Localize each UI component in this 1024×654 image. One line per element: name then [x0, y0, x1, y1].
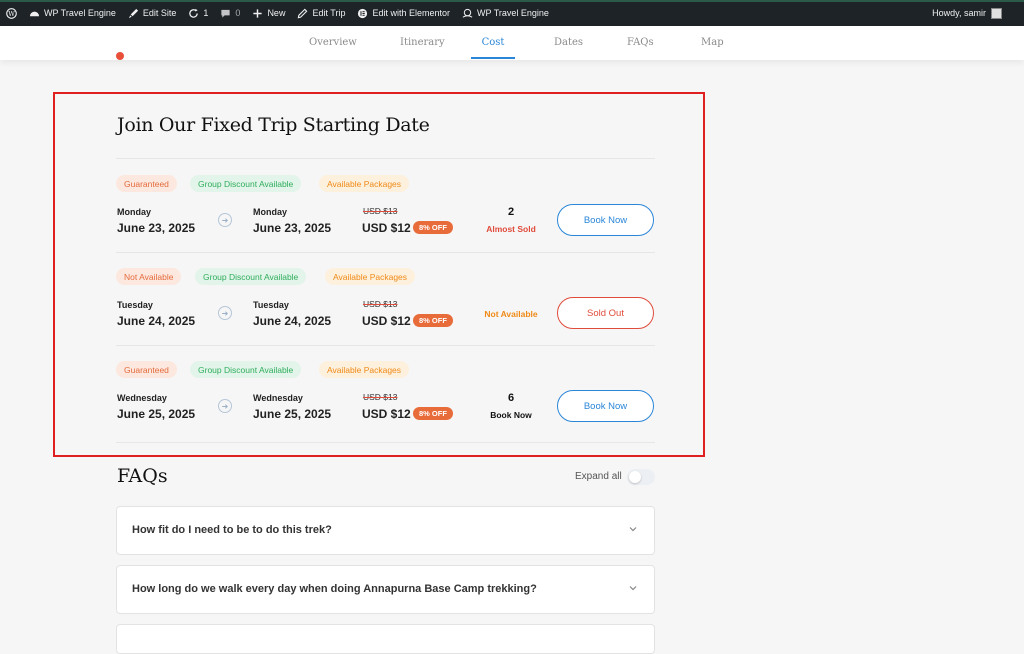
toggle-knob — [629, 471, 641, 483]
updates-count: 1 — [203, 8, 209, 18]
end-day: Wednesday — [253, 393, 303, 403]
brush-icon — [128, 8, 138, 18]
status-badge: Not Available — [116, 268, 182, 285]
wp-travel-engine-menu[interactable]: WP Travel Engine — [456, 0, 555, 26]
elementor-icon — [358, 8, 368, 18]
dashboard-icon — [29, 11, 40, 16]
tab-map[interactable]: Map — [690, 26, 735, 59]
divider — [116, 345, 655, 346]
edit-trip-link[interactable]: Edit Trip — [291, 0, 351, 26]
faq-item[interactable]: How long do we walk every day when doing… — [116, 565, 655, 614]
old-price: USD $13 — [363, 299, 398, 309]
price: USD $12 — [362, 314, 411, 328]
account-menu[interactable]: Howdy, samir — [932, 0, 1002, 26]
discount-badge: 8% OFF — [413, 221, 453, 234]
wordpress-logo-menu[interactable]: W — [0, 0, 23, 26]
tab-dates[interactable]: Dates — [543, 26, 594, 59]
plus-icon — [253, 8, 263, 18]
sold-out-button[interactable]: Sold Out — [557, 297, 654, 329]
start-day: Tuesday — [117, 300, 153, 310]
faqs-title: FAQs — [117, 465, 168, 487]
refresh-icon — [189, 8, 199, 18]
availability-status: Almost Sold — [486, 224, 536, 234]
seats-left: 2 — [507, 206, 515, 218]
old-price: USD $13 — [363, 206, 398, 216]
end-date: June 25, 2025 — [253, 407, 332, 421]
new-content-menu[interactable]: New — [246, 0, 291, 26]
svg-text:W: W — [8, 9, 15, 17]
old-price: USD $13 — [363, 392, 398, 402]
seats-left: 6 — [507, 392, 515, 404]
status-badge: Guaranteed — [116, 361, 177, 378]
expand-all-label: Expand all — [575, 471, 622, 482]
site-name-menu[interactable]: WP Travel Engine — [23, 0, 122, 26]
end-day: Monday — [253, 207, 288, 217]
elementor-link[interactable]: Edit with Elementor — [351, 0, 456, 26]
pencil-icon — [298, 8, 308, 18]
arrow-right-icon: ➜ — [218, 306, 232, 320]
start-day: Wednesday — [117, 393, 167, 403]
comment-icon — [221, 9, 231, 18]
price: USD $12 — [362, 407, 411, 421]
divider — [116, 442, 655, 443]
tab-faqs[interactable]: FAQs — [616, 26, 665, 59]
chevron-down-icon — [629, 527, 637, 532]
group-discount-badge: Group Discount Available — [190, 175, 302, 192]
packages-badge: Available Packages — [325, 268, 416, 285]
status-badge: Guaranteed — [116, 175, 177, 192]
dates-section-title: Join Our Fixed Trip Starting Date — [117, 114, 430, 136]
edit-site-link[interactable]: Edit Site — [122, 0, 183, 26]
travel-engine-label: WP Travel Engine — [477, 8, 549, 18]
wordpress-icon: W — [6, 7, 17, 19]
tab-cost[interactable]: Cost — [471, 26, 515, 59]
discount-badge: 8% OFF — [413, 407, 453, 420]
end-date: June 23, 2025 — [253, 221, 332, 235]
travel-engine-icon — [462, 8, 473, 18]
faq-question: How long do we walk every day when doing… — [132, 583, 537, 595]
start-date: June 24, 2025 — [117, 314, 196, 328]
updates-link[interactable]: 1 — [182, 0, 214, 26]
group-discount-badge: Group Discount Available — [195, 268, 307, 285]
site-name-label: WP Travel Engine — [44, 8, 116, 18]
edit-site-label: Edit Site — [142, 8, 177, 18]
clipped-content-edge — [116, 52, 456, 60]
end-day: Tuesday — [253, 300, 289, 310]
avatar — [991, 7, 1002, 19]
arrow-right-icon: ➜ — [218, 213, 232, 227]
start-date: June 25, 2025 — [117, 407, 196, 421]
start-day: Monday — [117, 207, 152, 217]
howdy-label: Howdy, samir — [932, 8, 986, 18]
start-date: June 23, 2025 — [117, 221, 196, 235]
new-label: New — [267, 8, 286, 18]
comments-count: 0 — [235, 8, 241, 18]
availability-status: Book Now — [490, 410, 532, 420]
divider — [116, 252, 655, 253]
wp-admin-bar: W WP Travel Engine Edit Site 1 0 New Edi… — [0, 0, 1024, 26]
price: USD $12 — [362, 221, 411, 235]
group-discount-badge: Group Discount Available — [190, 361, 302, 378]
expand-all-toggle[interactable] — [627, 469, 655, 485]
chevron-down-icon — [629, 586, 637, 591]
availability-status: Not Available — [484, 309, 538, 319]
faq-item[interactable] — [116, 624, 655, 654]
bullet-icon — [116, 52, 124, 60]
elementor-label: Edit with Elementor — [372, 8, 451, 18]
comments-link[interactable]: 0 — [214, 0, 246, 26]
book-now-button[interactable]: Book Now — [557, 390, 654, 422]
admin-bar-accent-line — [0, 0, 1024, 2]
book-now-button[interactable]: Book Now — [557, 204, 654, 236]
faq-item[interactable]: How fit do I need to be to do this trek? — [116, 506, 655, 555]
divider — [116, 158, 655, 159]
packages-badge: Available Packages — [319, 175, 410, 192]
faq-question: How fit do I need to be to do this trek? — [132, 524, 332, 536]
packages-badge: Available Packages — [319, 361, 410, 378]
discount-badge: 8% OFF — [413, 314, 453, 327]
arrow-right-icon: ➜ — [218, 399, 232, 413]
edit-trip-label: Edit Trip — [312, 8, 346, 18]
end-date: June 24, 2025 — [253, 314, 332, 328]
